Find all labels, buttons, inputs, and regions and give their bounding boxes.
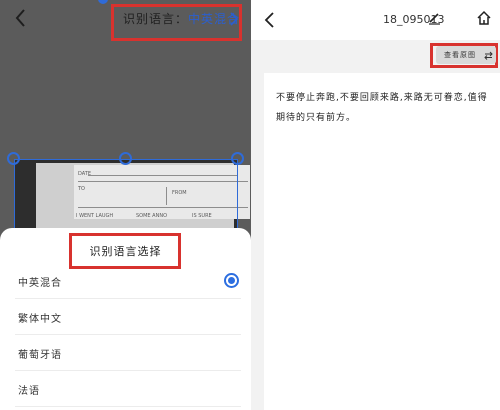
radio-selected-icon[interactable]: [224, 273, 239, 288]
top-handle-dot: [98, 0, 108, 4]
recognized-text-panel: 不要停止奔跑,不要回顾来路,来路无可眷恋,值得期待的只有前方。: [264, 73, 500, 410]
crop-handle-top-right[interactable]: [231, 152, 244, 165]
language-option-portuguese[interactable]: 葡萄牙语: [0, 335, 251, 371]
crop-frame[interactable]: [14, 159, 238, 231]
crop-handle-top-left[interactable]: [7, 152, 20, 165]
recognition-language-selector[interactable]: 识别语言：中英混合: [123, 10, 240, 27]
back-arrow-icon[interactable]: [9, 6, 33, 30]
home-icon[interactable]: [476, 10, 492, 26]
recognized-text[interactable]: 不要停止奔跑,不要回顾来路,来路无可眷恋,值得期待的只有前方。: [276, 88, 488, 128]
ocr-result-screen: 18_095013 查看原图 不要停止奔跑,不要回顾来路,来路无可眷恋,值得期待…: [251, 0, 500, 410]
language-option-mixed[interactable]: 中英混合: [0, 263, 251, 299]
language-option-french[interactable]: 法语: [0, 371, 251, 407]
recognition-language-label: 识别语言：: [123, 12, 189, 26]
language-bottom-sheet: 识别语言选择 中英混合 繁体中文 葡萄牙语 法语: [0, 228, 251, 410]
language-option-label: 繁体中文: [18, 314, 62, 325]
view-original-label: 查看原图: [444, 51, 476, 59]
top-bar: 识别语言：中英混合: [0, 0, 251, 41]
crop-handle-top-middle[interactable]: [119, 152, 132, 165]
chevron-right-icon[interactable]: [229, 12, 239, 26]
language-option-label: 葡萄牙语: [18, 350, 62, 361]
pencil-icon[interactable]: [427, 11, 441, 25]
back-arrow-icon[interactable]: [260, 10, 280, 30]
language-selection-screen: 识别语言：中英混合 DATE TO FROM I WENT LAUGH SOME…: [0, 0, 251, 410]
sheet-title: 识别语言选择: [89, 245, 162, 258]
swap-icon: [484, 51, 493, 60]
language-option-label: 中英混合: [18, 278, 62, 289]
language-option-traditional[interactable]: 繁体中文: [0, 299, 251, 335]
language-option-label: 法语: [18, 386, 40, 397]
top-bar: 18_095013: [251, 0, 500, 40]
